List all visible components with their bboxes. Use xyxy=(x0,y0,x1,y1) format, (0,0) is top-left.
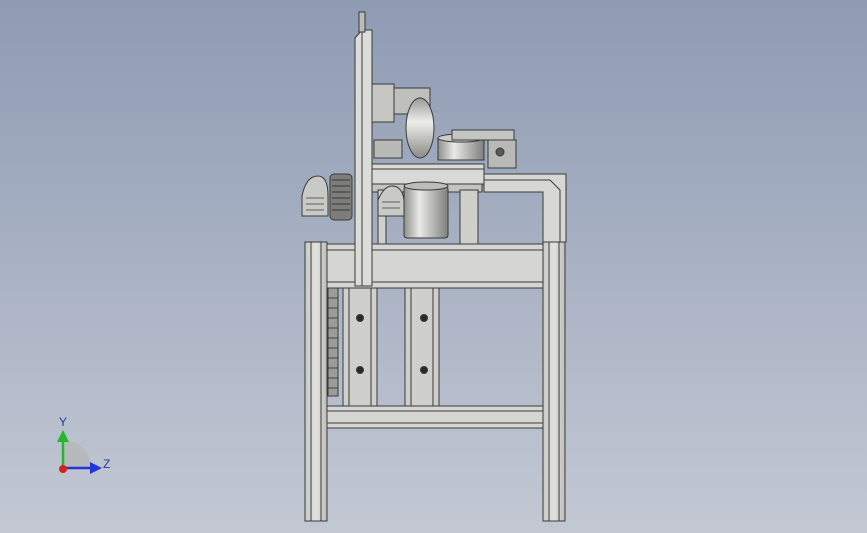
cam-mechanism xyxy=(451,129,515,141)
lower-beam xyxy=(326,405,544,429)
z-axis-label: Z xyxy=(103,457,110,471)
vertical-plate xyxy=(354,29,373,287)
y-axis-label: Y xyxy=(59,415,67,429)
drive-chain xyxy=(327,287,339,397)
table-top xyxy=(371,163,485,185)
front-leg xyxy=(304,241,328,522)
top-screw xyxy=(358,11,366,33)
axis-triad: Y Z xyxy=(57,415,110,474)
machine-frame xyxy=(301,11,567,522)
motor-mount xyxy=(371,83,395,123)
bolt xyxy=(356,314,364,322)
y-axis-arrow xyxy=(57,430,69,442)
support-plate-right xyxy=(404,287,440,407)
bolt xyxy=(420,314,428,322)
bolt xyxy=(356,366,364,374)
z-axis-arrow xyxy=(90,462,102,474)
post-right xyxy=(459,189,479,245)
small-bracket xyxy=(373,139,403,159)
bolt xyxy=(420,366,428,374)
cad-drawing: Y Z xyxy=(57,11,567,522)
triad-quadrant xyxy=(63,440,91,468)
rear-leg xyxy=(542,241,566,522)
sprocket xyxy=(329,173,353,221)
support-plate-left xyxy=(342,287,378,407)
lower-roller xyxy=(403,185,449,239)
cam-bolt xyxy=(495,147,505,157)
cad-viewport[interactable]: Y Z xyxy=(0,0,867,533)
drive-wheel xyxy=(405,97,435,159)
origin-marker xyxy=(59,465,67,473)
